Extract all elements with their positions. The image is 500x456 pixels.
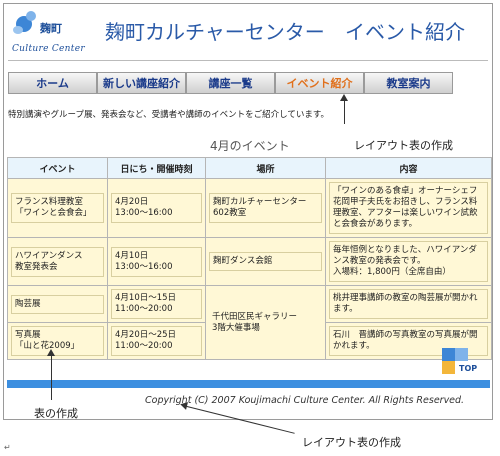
table-cell: 桃井理事講師の教室の陶芸展が開かれます。 (325, 285, 492, 323)
event-date: 4月10日 13:00～16:00 (115, 250, 173, 272)
column-header-content: 内容 (325, 157, 492, 179)
top-icon-square (442, 361, 455, 374)
copyright-text: Copyright (C) 2007 Koujimachi Culture Ce… (145, 395, 465, 406)
column-header-date: 日にち・開催時刻 (107, 157, 206, 179)
page-heading: イベント紹介 (345, 20, 465, 44)
logo-text-en: Culture Center (12, 44, 85, 54)
logo-mark-dot-small (13, 26, 23, 34)
annotation-layout-bottom: レイアウト表の作成 (302, 436, 401, 449)
month-title: 4月のイベント (210, 139, 290, 153)
event-content: 桃井理事講師の教室の陶芸展が開かれます。 (333, 293, 478, 314)
table-row: フランス料理教室 「ワインと会食会」 4月20日 13:00～16:00 麹町カ… (7, 178, 492, 238)
column-header-place: 場所 (205, 157, 326, 179)
top-label: TOP (459, 364, 478, 373)
table-cell: 「ワインのある食卓」オーナーシェフ花岡甲子夫氏をお招きし、フランス料理教室、アフ… (325, 178, 492, 238)
column-header-event: イベント (7, 157, 108, 179)
top-icon-square (455, 348, 468, 361)
event-name: 写真展 「山と花2009」 (15, 330, 80, 351)
event-place: 千代田区民ギャラリー 3階大催事場 (212, 311, 298, 333)
table-cell: 4月10日～15日 11:00～20:00 (107, 285, 206, 323)
intro-text: 特別講演やグループ展、発表会など、受講者や講師のイベントをご紹介しています。 (8, 110, 329, 120)
logo[interactable]: 麹町 Culture Center (10, 10, 100, 54)
table-cell: 写真展 「山と花2009」 (7, 322, 108, 360)
table-cell: ハワイアンダンス 教室発表会 (7, 237, 108, 286)
nav-new-courses[interactable]: 新しい講座紹介 (97, 72, 186, 94)
footer-bar (7, 380, 490, 388)
event-date: 4月20日 13:00～16:00 (115, 197, 173, 218)
nav-events[interactable]: イベント紹介 (275, 72, 364, 94)
table-cell: 陶芸展 (7, 285, 108, 323)
table-cell: 麹町カルチャーセンター 602教室 (205, 178, 326, 238)
nav-course-list[interactable]: 講座一覧 (186, 72, 275, 94)
table-cell: 4月20日 13:00～16:00 (107, 178, 206, 238)
table-row: 陶芸展 4月10日～15日 11:00～20:00 千代田区民ギャラリー 3階大… (7, 285, 492, 360)
table-cell: 麹町ダンス会館 (205, 237, 326, 286)
annotation-arrow (340, 94, 348, 124)
nav-classroom-info[interactable]: 教室案内 (364, 72, 453, 94)
header-divider (8, 60, 488, 61)
event-table: イベント 日にち・開催時刻 場所 内容 フランス料理教室 「ワインと会食会」 4… (7, 157, 492, 360)
event-name: 陶芸展 (15, 298, 41, 309)
table-header-row: イベント 日にち・開催時刻 場所 内容 (7, 157, 492, 179)
nav-home[interactable]: ホーム (8, 72, 97, 94)
annotation-arrow (47, 349, 55, 400)
event-name: ハワイアンダンス 教室発表会 (15, 250, 83, 272)
return-mark-icon: ↵ (4, 443, 11, 452)
table-cell: 毎年恒例となりました、ハワイアンダンス教室の発表会です。 入場料：1,800円（… (325, 237, 492, 286)
event-date: 4月20日～25日 11:00～20:00 (115, 330, 177, 351)
logo-mark-dot (26, 11, 36, 21)
annotation-layout-top: レイアウト表の作成 (354, 139, 453, 152)
event-name: フランス料理教室 「ワインと会食会」 (15, 197, 92, 218)
table-cell: 4月10日 13:00～16:00 (107, 237, 206, 286)
event-place: 麹町ダンス会館 (213, 256, 273, 266)
event-date: 4月10日～15日 11:00～20:00 (115, 293, 177, 314)
table-cell: 千代田区民ギャラリー 3階大催事場 (205, 285, 326, 360)
table-cell: フランス料理教室 「ワインと会食会」 (7, 178, 108, 238)
site-title: 麹町カルチャーセンター (105, 20, 325, 44)
main-nav: ホーム 新しい講座紹介 講座一覧 イベント紹介 教室案内 (8, 72, 454, 96)
annotation-table: 表の作成 (34, 407, 78, 420)
top-icon-square (442, 348, 455, 361)
logo-text-jp: 麹町 (40, 22, 62, 35)
back-to-top-button[interactable]: TOP (442, 348, 480, 378)
table-cell: 4月20日～25日 11:00～20:00 (107, 322, 206, 360)
event-content: 毎年恒例となりました、ハワイアンダンス教室の発表会です。 入場料：1,800円（… (333, 245, 477, 277)
table-row: ハワイアンダンス 教室発表会 4月10日 13:00～16:00 麹町ダンス会館… (7, 237, 492, 286)
event-content: 「ワインのある食卓」オーナーシェフ花岡甲子夫氏をお招きし、フランス料理教室、アフ… (333, 186, 478, 229)
event-place: 麹町カルチャーセンター 602教室 (213, 197, 307, 218)
